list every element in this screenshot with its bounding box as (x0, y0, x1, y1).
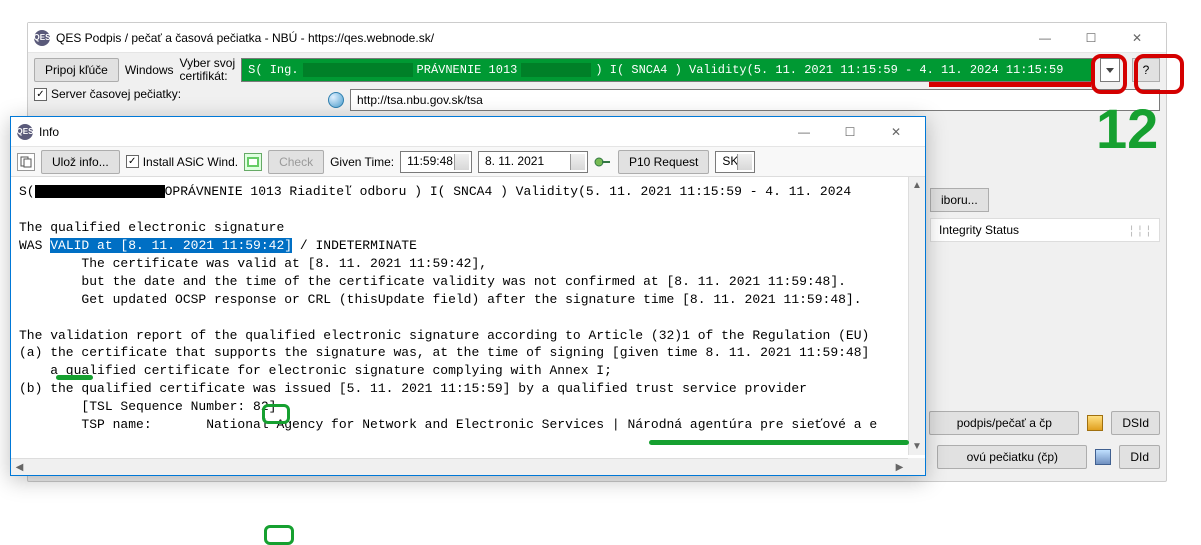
scroll-down-icon[interactable]: ▼ (909, 438, 925, 455)
info-close-button[interactable]: ✕ (873, 118, 919, 146)
info-minimize-button[interactable]: — (781, 118, 827, 146)
scroll-left-icon[interactable]: ◀ (11, 459, 28, 476)
selected-text: VALID at [8. 11. 2021 11:59:42] (50, 238, 292, 253)
cert-combo[interactable]: S( Ing. PRÁVNENIE 1013 ) I( SNCA4 ) Vali… (241, 58, 1094, 82)
info-window-controls: — ☐ ✕ (781, 118, 919, 146)
info-titlebar: QES Info — ☐ ✕ (11, 117, 925, 147)
window-controls: — ☐ ✕ (1022, 24, 1160, 52)
url-field[interactable] (350, 89, 1160, 111)
integrity-status-header: Integrity Status ¦ ¦ ¦ (930, 218, 1160, 242)
info-title: Info (39, 125, 781, 139)
bottom-row-2: ovú pečiatku (čp) DId (937, 445, 1160, 469)
help-button[interactable]: ? (1132, 58, 1160, 82)
scroll-up-icon[interactable]: ▲ (909, 177, 925, 194)
server-checkbox[interactable]: ✓ (34, 88, 47, 101)
calendar-icon[interactable] (244, 153, 262, 171)
bottom-row-1: podpis/pečať a čp DSId (929, 411, 1160, 435)
cert-status-icon (1087, 415, 1103, 431)
cert-redacted-1 (303, 63, 413, 77)
info-body: S(OPRÁVNENIE 1013 Riaditeľ odboru ) I( S… (11, 177, 925, 455)
server-label: Server časovej pečiatky: (51, 87, 181, 101)
server-row: ✓ Server časovej pečiatky: (34, 87, 181, 101)
check-button[interactable]: Check (268, 150, 324, 174)
scroll-corner (908, 458, 925, 475)
info-scrollbar-horizontal[interactable]: ◀ ▶ (11, 458, 908, 475)
cert-mid: PRÁVNENIE 1013 (417, 63, 518, 77)
info-app-icon: QES (17, 124, 33, 140)
close-button[interactable]: ✕ (1114, 24, 1160, 52)
help-label: ? (1143, 63, 1150, 77)
scroll-right-icon[interactable]: ▶ (891, 459, 908, 476)
main-titlebar: QES QES Podpis / pečať a časová pečiatka… (28, 23, 1166, 53)
info-text[interactable]: S(OPRÁVNENIE 1013 Riaditeľ odboru ) I( S… (11, 177, 925, 440)
app-icon: QES (34, 30, 50, 46)
sign-seal-button[interactable]: podpis/pečať a čp (929, 411, 1079, 435)
given-time-label: Given Time: (330, 155, 394, 169)
given-date-input[interactable]: 8. 11. 2021 (478, 151, 588, 173)
info-toolbar: Ulož info... ✓ Install ASiC Wind. Check … (11, 147, 925, 177)
maximize-button[interactable]: ☐ (1068, 24, 1114, 52)
given-time-input[interactable]: 11:59:48 (400, 151, 472, 173)
cert-prefix: S( Ing. (248, 63, 298, 77)
timestamp-icon (1095, 449, 1111, 465)
choose-file-tab[interactable]: iboru... (930, 188, 989, 212)
key-icon (594, 153, 612, 171)
integrity-status-label: Integrity Status (939, 223, 1019, 237)
did-button[interactable]: DId (1119, 445, 1160, 469)
globe-icon (328, 92, 344, 108)
right-panel: iboru... Integrity Status ¦ ¦ ¦ podpis/p… (930, 188, 1160, 475)
subject-redacted (35, 185, 165, 198)
cert-suffix: ) I( SNCA4 ) Validity(5. 11. 2021 11:15:… (595, 63, 1063, 77)
p10-request-button[interactable]: P10 Request (618, 150, 709, 174)
dsid-button[interactable]: DSId (1111, 411, 1160, 435)
cert-label: Vyber svoj certifikát: (180, 57, 236, 83)
main-toolbar: Pripoj kľúče Windows Vyber svoj certifik… (28, 53, 1166, 87)
install-asic-label: Install ASiC Wind. (143, 155, 238, 169)
tsl-sequence-number: 82 (245, 399, 268, 414)
info-scrollbar-vertical[interactable]: ▲ ▼ (908, 177, 925, 455)
minimize-button[interactable]: — (1022, 24, 1068, 52)
cert-redacted-2 (521, 63, 591, 77)
language-select[interactable]: SK (715, 151, 755, 173)
info-maximize-button[interactable]: ☐ (827, 118, 873, 146)
info-window: QES Info — ☐ ✕ Ulož info... ✓ Install AS… (10, 116, 926, 476)
chevron-down-icon (1106, 68, 1114, 73)
main-title: QES Podpis / pečať a časová pečiatka - N… (56, 31, 1022, 45)
timestamp-button[interactable]: ovú pečiatku (čp) (937, 445, 1087, 469)
copy-icon[interactable] (17, 153, 35, 171)
column-splitter-icon[interactable]: ¦ ¦ ¦ (1130, 223, 1151, 237)
connect-keys-button[interactable]: Pripoj kľúče (34, 58, 119, 82)
install-asic-checkbox[interactable]: ✓ (126, 155, 139, 168)
save-info-button[interactable]: Ulož info... (41, 150, 120, 174)
url-row (28, 87, 1166, 115)
dummy (264, 525, 294, 545)
os-label: Windows (125, 63, 174, 77)
cert-combo-arrow[interactable] (1100, 58, 1120, 82)
